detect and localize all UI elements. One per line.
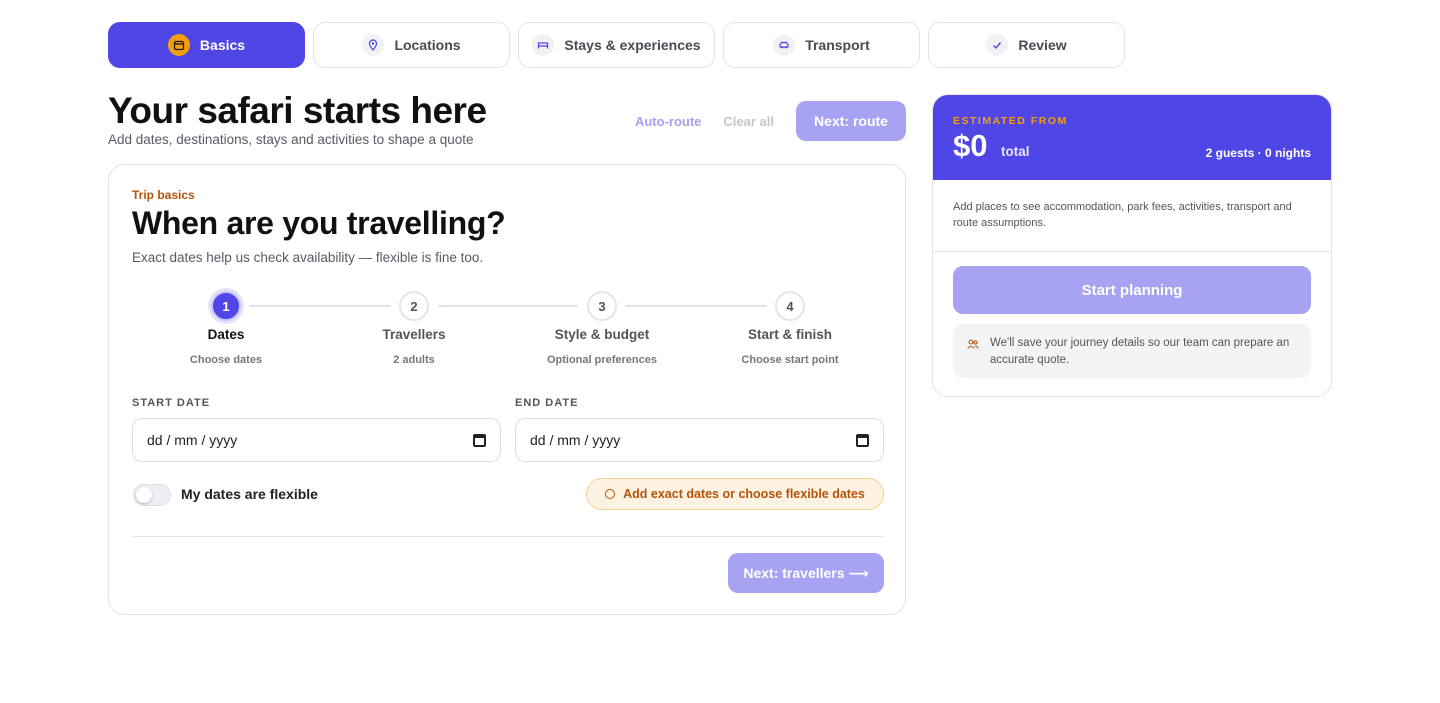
tab-review[interactable]: Review <box>928 22 1125 68</box>
guests-nights: 2 guests · 0 nights <box>1205 146 1311 160</box>
end-date-input[interactable]: dd / mm / yyyy <box>515 418 884 462</box>
estimated-label: ESTIMATED FROM <box>953 115 1068 127</box>
page-header: Your safari starts here Add dates, desti… <box>108 90 487 147</box>
info-icon <box>605 489 616 499</box>
start-date-placeholder: dd / mm / yyyy <box>147 432 238 448</box>
car-icon <box>773 34 796 56</box>
step-travellers[interactable]: 2 Travellers 2 adults <box>320 291 508 366</box>
step-title: Travellers <box>382 327 446 342</box>
toggle-knob <box>136 487 152 503</box>
step-desc: 2 adults <box>393 354 435 366</box>
summary-header: ESTIMATED FROM $0 total 2 guests · 0 nig… <box>933 95 1331 180</box>
tab-transport[interactable]: Transport <box>723 22 920 68</box>
step-style-budget[interactable]: 3 Style & budget Optional preferences <box>508 291 696 366</box>
tab-stays-label: Stays & experiences <box>564 37 701 53</box>
step-title: Start & finish <box>747 327 832 342</box>
end-date-placeholder: dd / mm / yyyy <box>530 432 621 448</box>
tab-basics[interactable]: Basics <box>108 22 305 68</box>
step-number: 1 <box>211 291 241 321</box>
page-subtitle: Add dates, destinations, stays and activ… <box>108 132 474 147</box>
calendar-picker-icon[interactable] <box>473 433 486 447</box>
step-desc: Optional preferences <box>546 354 658 366</box>
start-planning-button[interactable]: Start planning <box>953 266 1311 314</box>
calendar-icon <box>167 34 190 56</box>
tab-review-label: Review <box>1018 37 1067 53</box>
card-divider <box>132 536 884 537</box>
summary-note: Add places to see accommodation, park fe… <box>953 201 1292 229</box>
save-info-text: We'll save your journey details so our t… <box>990 337 1290 366</box>
arrow-right-icon: ⟶ <box>848 564 869 581</box>
start-date-input[interactable]: dd / mm / yyyy <box>132 418 501 462</box>
step-number: 3 <box>587 291 617 321</box>
progress-stepper: 1 Dates Choose dates 2 Travellers 2 adul… <box>132 291 884 371</box>
flexible-dates-label: My dates are flexible <box>181 486 318 502</box>
next-travellers-button[interactable]: Next: travellers ⟶ <box>728 553 884 593</box>
total-label: total <box>1001 144 1030 159</box>
price-value: $0 <box>953 128 988 163</box>
map-pin-icon <box>362 34 385 56</box>
next-travellers-label: Next: travellers <box>743 565 845 581</box>
dates-hint-badge: Add exact dates or choose flexible dates <box>586 478 884 510</box>
card-title: When are you travelling? <box>132 205 506 241</box>
step-title: Dates <box>207 327 245 342</box>
card-subtitle: Exact dates help us check availability —… <box>132 250 484 265</box>
tab-stays[interactable]: Stays & experiences <box>518 22 715 68</box>
header-actions: Auto-route Clear all Next: route <box>630 101 906 141</box>
tab-locations[interactable]: Locations <box>313 22 510 68</box>
page-title: Your safari starts here <box>108 90 487 131</box>
step-tabs: Basics Locations Stays & experiences Tra… <box>108 22 1125 68</box>
end-date-label: END DATE <box>515 397 579 409</box>
save-info-box: We'll save your journey details so our t… <box>953 324 1311 378</box>
check-icon <box>986 34 1009 56</box>
tab-locations-label: Locations <box>394 37 461 53</box>
auto-route-button[interactable]: Auto-route <box>635 114 701 129</box>
card-kicker: Trip basics <box>132 188 195 202</box>
summary-divider <box>933 251 1331 252</box>
step-start-finish[interactable]: 4 Start & finish Choose start point <box>696 291 884 366</box>
step-desc: Choose dates <box>189 354 263 366</box>
step-desc: Choose start point <box>741 354 839 366</box>
step-dates[interactable]: 1 Dates Choose dates <box>132 291 320 366</box>
flexible-dates-toggle[interactable] <box>133 484 171 506</box>
quote-summary-panel: ESTIMATED FROM $0 total 2 guests · 0 nig… <box>932 94 1332 397</box>
calendar-picker-icon[interactable] <box>856 433 869 447</box>
bed-icon <box>532 34 555 56</box>
start-date-label: START DATE <box>132 397 211 409</box>
step-title: Style & budget <box>554 327 650 342</box>
next-route-button[interactable]: Next: route <box>796 101 906 141</box>
clear-all-button[interactable]: Clear all <box>723 114 774 129</box>
users-icon <box>967 338 979 350</box>
tab-basics-label: Basics <box>199 37 246 53</box>
tab-transport-label: Transport <box>805 37 870 53</box>
dates-hint-text: Add exact dates or choose flexible dates <box>623 487 865 501</box>
trip-basics-card: Trip basics When are you travelling? Exa… <box>108 164 906 615</box>
step-number: 2 <box>399 291 429 321</box>
step-number: 4 <box>775 291 805 321</box>
